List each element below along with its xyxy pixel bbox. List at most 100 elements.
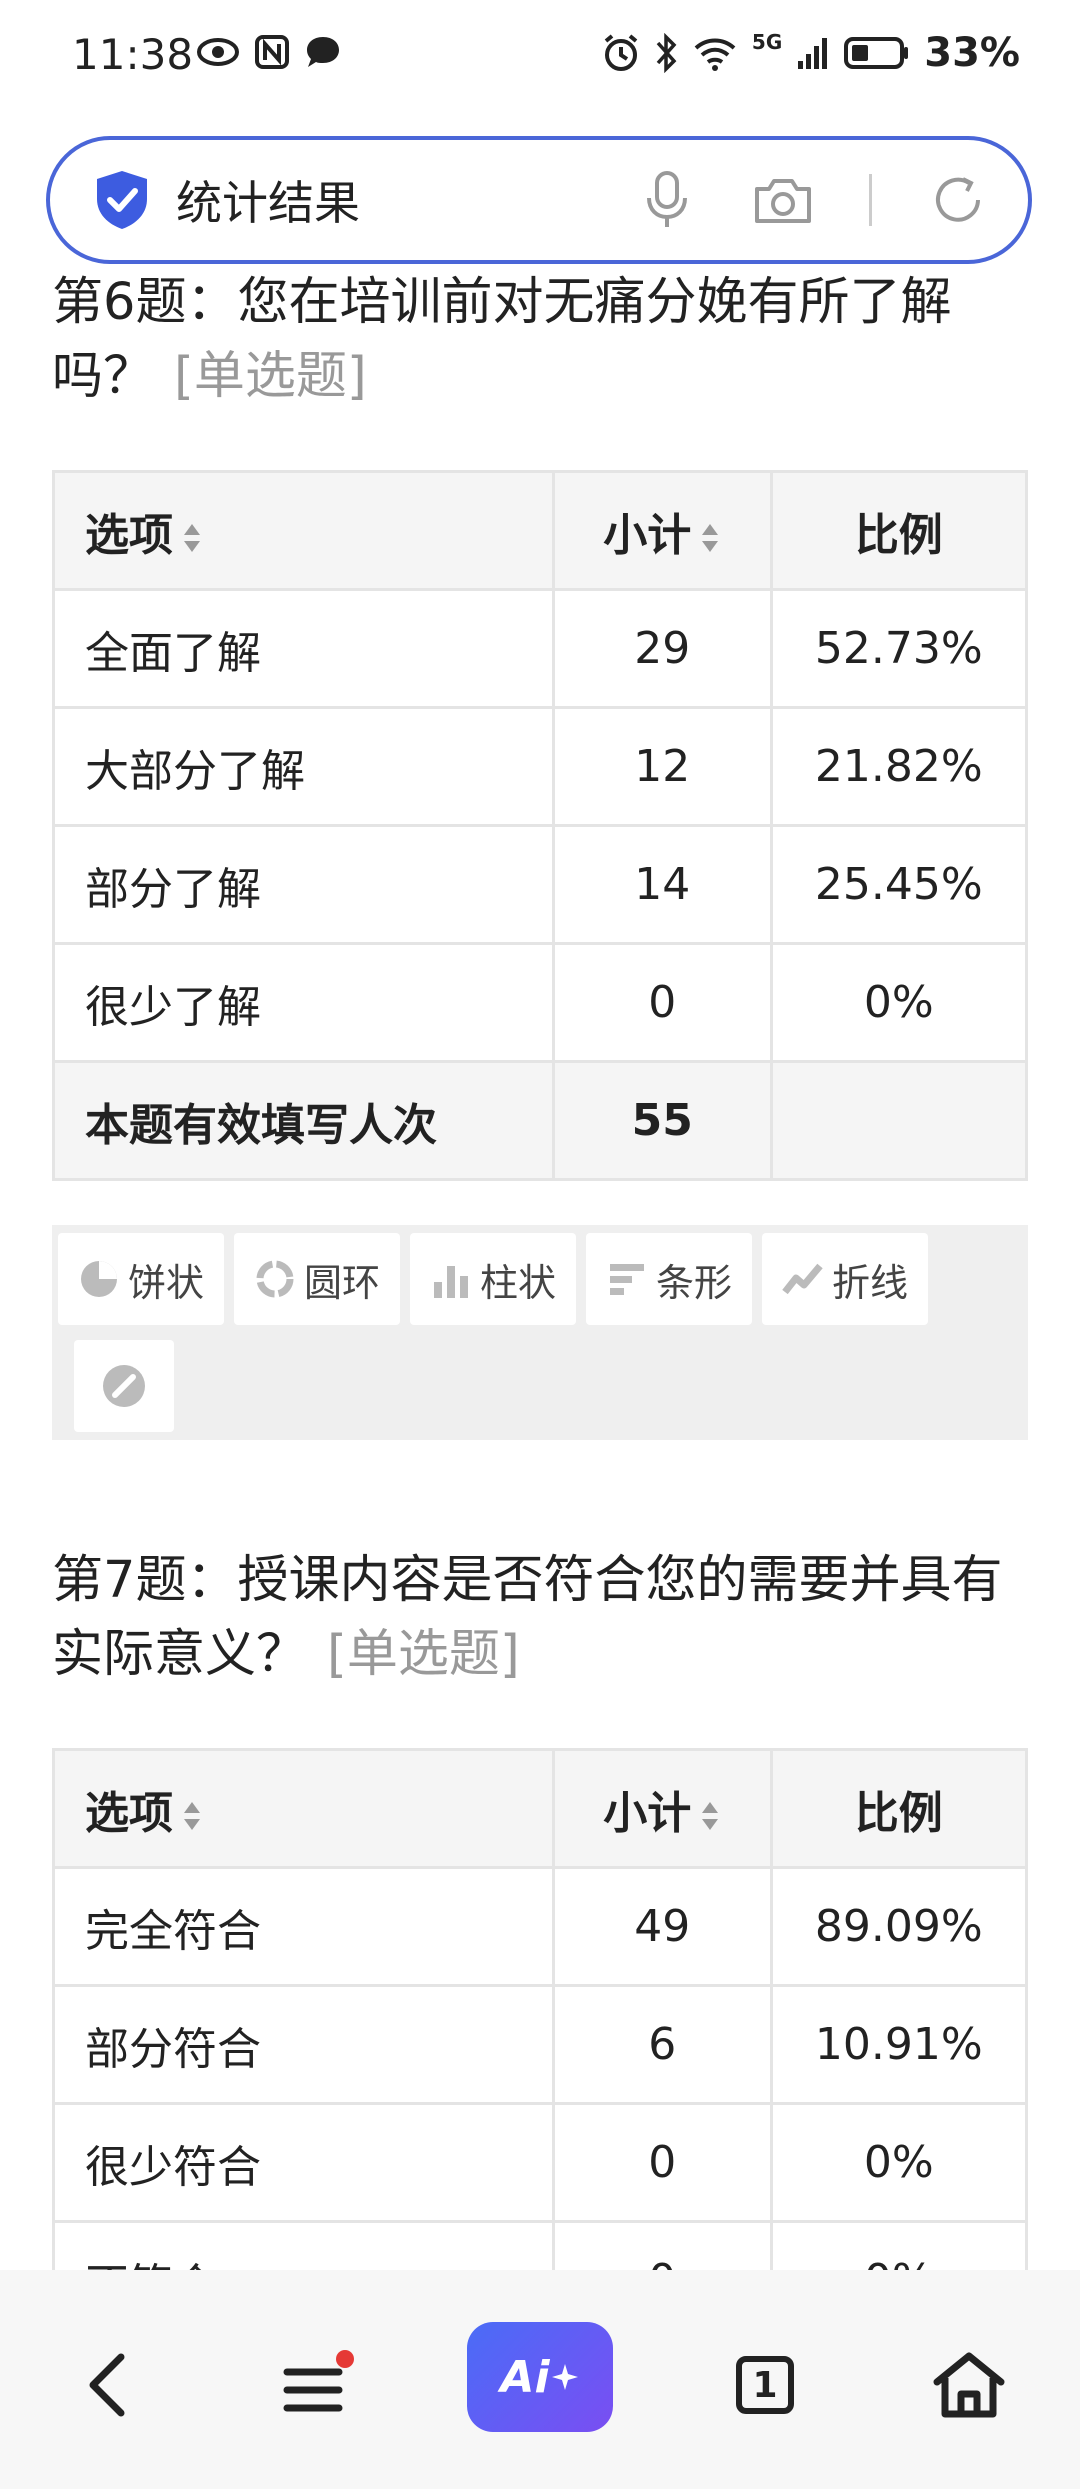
bottom-nav: Ai 1	[0, 2270, 1080, 2489]
search-bar[interactable]: 统计结果	[46, 136, 1032, 264]
chevron-left-icon	[89, 2353, 125, 2417]
table-row: 很少了解 0 0%	[52, 942, 1029, 1063]
network-type: 5G	[751, 30, 783, 54]
question-6-title: 第6题：您在培训前对无痛分娩有所了解吗？ [单选题]	[52, 266, 1012, 414]
table-header-row: 选项 小计 比例	[52, 1748, 1029, 1869]
row-count: 0	[551, 2102, 773, 2223]
tab-column-chart[interactable]: 柱状	[410, 1233, 576, 1325]
sort-icon[interactable]	[699, 1799, 721, 1833]
search-divider	[869, 174, 872, 226]
bluetooth-icon	[656, 33, 677, 73]
row-option: 很少符合	[52, 2102, 555, 2223]
header-percent: 比例	[769, 470, 1029, 591]
tab-count: 1	[752, 2364, 778, 2406]
row-option: 完全符合	[52, 1866, 555, 1987]
microphone-icon[interactable]	[637, 170, 697, 230]
question-7-type: [单选题]	[327, 1625, 520, 1684]
row-option: 大部分了解	[52, 706, 555, 827]
question-7-table: 选项 小计 比例 完全符合 49 89.09% 部分符合 6 10.91% 很少…	[52, 1748, 1029, 2341]
tab-pie-label: 饼状	[127, 1260, 204, 1305]
row-percent: 0%	[769, 942, 1029, 1063]
row-count: 49	[551, 1866, 773, 1987]
tab-line-chart[interactable]: 折线	[762, 1233, 928, 1325]
sparkle-icon	[551, 2364, 578, 2390]
table-row: 部分了解 14 25.45%	[52, 824, 1029, 945]
home-icon	[933, 2352, 1005, 2418]
question-6-type: [单选题]	[174, 347, 367, 406]
total-count: 55	[551, 1060, 773, 1181]
ring-chart-icon	[256, 1260, 294, 1298]
row-percent: 25.45%	[769, 824, 1029, 945]
home-button[interactable]	[924, 2340, 1014, 2430]
eye-icon	[197, 38, 239, 66]
row-option: 很少了解	[52, 942, 555, 1063]
row-percent: 52.73%	[769, 588, 1029, 709]
menu-button[interactable]	[270, 2340, 360, 2430]
total-row: 本题有效填写人次 55	[52, 1060, 1029, 1181]
tab-pie-chart[interactable]: 饼状	[58, 1233, 224, 1325]
battery-percent: 33%	[924, 30, 1020, 76]
row-count: 12	[551, 706, 773, 827]
header-option[interactable]: 选项	[52, 1748, 555, 1869]
message-icon	[307, 37, 339, 67]
tab-bar-chart[interactable]: 条形	[586, 1233, 752, 1325]
row-option: 全面了解	[52, 588, 555, 709]
row-percent: 21.82%	[769, 706, 1029, 827]
table-row: 很少符合 0 0%	[52, 2102, 1029, 2223]
camera-icon[interactable]	[753, 170, 813, 230]
row-count: 29	[551, 588, 773, 709]
table-row: 部分符合 6 10.91%	[52, 1984, 1029, 2105]
signal-icon	[798, 38, 828, 69]
column-chart-icon	[433, 1266, 468, 1298]
tab-column-label: 柱状	[479, 1260, 556, 1305]
sort-icon[interactable]	[181, 521, 203, 555]
total-label: 本题有效填写人次	[52, 1060, 555, 1181]
wifi-icon	[694, 38, 736, 71]
table-row: 大部分了解 12 21.82%	[52, 706, 1029, 827]
tab-count-badge: 1	[736, 2356, 794, 2414]
row-count: 14	[551, 824, 773, 945]
table-row: 全面了解 29 52.73%	[52, 588, 1029, 709]
status-right-icons: 5G 33%	[602, 30, 1020, 76]
chart-type-tabs: 饼状 圆环 柱状 条形 折线	[52, 1225, 1028, 1440]
battery-icon	[844, 37, 909, 69]
tab-line-label: 折线	[831, 1260, 908, 1305]
question-7-text: 第7题：授课内容是否符合您的需要并具有实际意义？	[52, 1551, 1003, 1684]
row-option: 部分了解	[52, 824, 555, 945]
table-header-row: 选项 小计 比例	[52, 470, 1029, 591]
header-count[interactable]: 小计	[551, 470, 773, 591]
back-button[interactable]	[62, 2340, 152, 2430]
row-count: 6	[551, 1984, 773, 2105]
line-chart-icon	[782, 1263, 823, 1295]
ai-assistant-button[interactable]: Ai	[467, 2322, 613, 2432]
row-count: 0	[551, 942, 773, 1063]
search-query[interactable]: 统计结果	[176, 167, 637, 233]
header-option[interactable]: 选项	[52, 470, 555, 591]
header-percent: 比例	[769, 1748, 1029, 1869]
header-count[interactable]: 小计	[551, 1748, 773, 1869]
sort-icon[interactable]	[699, 521, 721, 555]
question-6-table: 选项 小计 比例 全面了解 29 52.73% 大部分了解 12 21.82% …	[52, 470, 1029, 1181]
row-percent: 10.91%	[769, 1984, 1029, 2105]
hide-chart-button[interactable]	[74, 1340, 174, 1432]
row-option: 部分符合	[52, 1984, 555, 2105]
pie-chart-icon	[80, 1261, 117, 1297]
question-7-title: 第7题：授课内容是否符合您的需要并具有实际意义？ [单选题]	[52, 1544, 1012, 1692]
refresh-icon[interactable]	[928, 170, 988, 230]
ai-label: Ai	[500, 2351, 550, 2403]
bar-chart-icon	[609, 1264, 644, 1295]
status-left-icons	[196, 34, 342, 70]
menu-icon	[283, 2350, 354, 2412]
sort-icon[interactable]	[181, 1799, 203, 1833]
alarm-icon	[604, 34, 638, 71]
shield-icon	[97, 171, 147, 229]
tabs-button[interactable]: 1	[720, 2340, 810, 2430]
tab-ring-chart[interactable]: 圆环	[234, 1233, 400, 1325]
total-empty	[769, 1060, 1029, 1181]
nfc-icon	[255, 35, 289, 69]
tab-bar-label: 条形	[655, 1260, 732, 1305]
hide-chart-icon	[103, 1365, 145, 1407]
tab-ring-label: 圆环	[303, 1260, 380, 1305]
table-row: 完全符合 49 89.09%	[52, 1866, 1029, 1987]
row-percent: 89.09%	[769, 1866, 1029, 1987]
